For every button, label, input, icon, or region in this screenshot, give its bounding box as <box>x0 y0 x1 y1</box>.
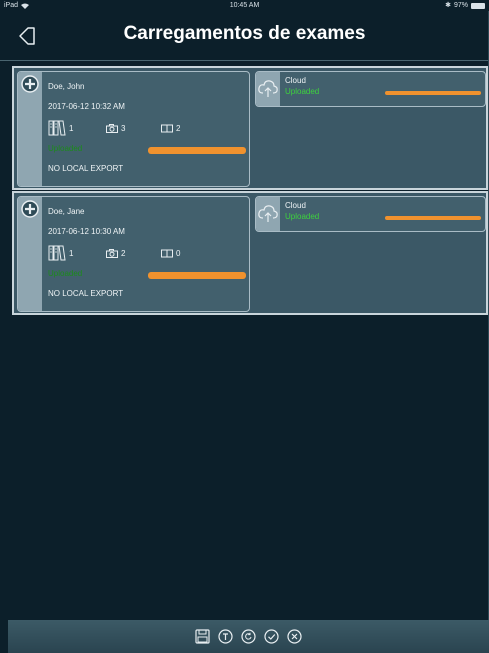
app-screen: iPad 10:45 AM ✱ 97% Carregamentos de exa… <box>0 0 489 653</box>
cloud-label: Cloud <box>285 201 306 210</box>
status-bar: iPad 10:45 AM ✱ 97% <box>0 0 489 11</box>
upload-progress-bar <box>148 272 246 279</box>
cloud-status: Uploaded <box>285 87 320 96</box>
check-icon <box>264 629 279 644</box>
patient-name: Doe, John <box>48 82 85 91</box>
exam-row[interactable]: Doe, John 2017-06-12 10:32 AM 1 3 2 Uplo… <box>12 66 488 190</box>
report-count-value: 0 <box>176 248 181 258</box>
cloud-progress-bar <box>385 91 481 95</box>
report-count: 2 <box>161 124 180 133</box>
series-icon <box>48 245 66 261</box>
photo-count-value: 2 <box>121 248 126 258</box>
upload-status: Uploaded <box>48 144 83 153</box>
status-time: 10:45 AM <box>229 2 260 9</box>
photo-count: 2 <box>106 248 161 258</box>
retry-icon <box>241 629 256 644</box>
exam-counts: 1 3 2 <box>48 120 180 136</box>
confirm-button[interactable] <box>263 628 280 645</box>
plus-circle-icon[interactable] <box>21 75 39 93</box>
exam-date: 2017-06-12 10:30 AM <box>48 227 125 236</box>
series-count-value: 1 <box>69 248 74 258</box>
text-button[interactable] <box>217 628 234 645</box>
report-icon <box>161 124 173 132</box>
cloud-status: Uploaded <box>285 212 320 221</box>
photo-count-value: 3 <box>121 123 126 133</box>
battery-percent: 97% <box>453 2 468 9</box>
battery-icon <box>471 2 485 9</box>
bluetooth-icon: ✱ <box>445 2 451 9</box>
cloud-progress-bar <box>385 216 481 220</box>
series-count: 1 <box>48 245 106 261</box>
upload-progress-bar <box>148 147 246 154</box>
report-count-value: 2 <box>176 123 181 133</box>
camera-icon <box>106 248 118 258</box>
text-icon <box>218 629 233 644</box>
page-title: Carregamentos de exames <box>123 23 366 44</box>
report-icon <box>161 249 173 257</box>
close-icon <box>287 629 302 644</box>
cancel-button[interactable] <box>286 628 303 645</box>
export-status: NO LOCAL EXPORT <box>48 289 124 298</box>
cloud-label: Cloud <box>285 76 306 85</box>
patient-card[interactable]: Doe, Jane 2017-06-12 10:30 AM 1 2 0 Uplo… <box>17 196 250 312</box>
header: Carregamentos de exames <box>0 11 489 61</box>
series-icon <box>48 120 66 136</box>
export-status: NO LOCAL EXPORT <box>48 164 124 173</box>
photo-count: 3 <box>106 123 161 133</box>
plus-circle-icon[interactable] <box>21 200 39 218</box>
camera-icon <box>106 123 118 133</box>
save-icon <box>195 629 210 644</box>
series-count: 1 <box>48 120 106 136</box>
retry-button[interactable] <box>240 628 257 645</box>
report-count: 0 <box>161 249 180 258</box>
patient-name: Doe, Jane <box>48 207 85 216</box>
exam-list: Doe, John 2017-06-12 10:32 AM 1 3 2 Uplo… <box>12 66 488 316</box>
cloud-card[interactable]: Cloud Uploaded <box>255 71 486 107</box>
exam-counts: 1 2 0 <box>48 245 180 261</box>
exam-row[interactable]: Doe, Jane 2017-06-12 10:30 AM 1 2 0 Uplo… <box>12 191 488 315</box>
cloud-card[interactable]: Cloud Uploaded <box>255 196 486 232</box>
cloud-upload-icon <box>258 205 278 222</box>
save-button[interactable] <box>194 628 211 645</box>
series-count-value: 1 <box>69 123 74 133</box>
cloud-upload-icon <box>258 80 278 97</box>
exam-date: 2017-06-12 10:32 AM <box>48 102 125 111</box>
patient-card[interactable]: Doe, John 2017-06-12 10:32 AM 1 3 2 Uplo… <box>17 71 250 187</box>
upload-status: Uploaded <box>48 269 83 278</box>
status-right: ✱ 97% <box>445 0 485 11</box>
bottom-toolbar <box>8 620 489 653</box>
